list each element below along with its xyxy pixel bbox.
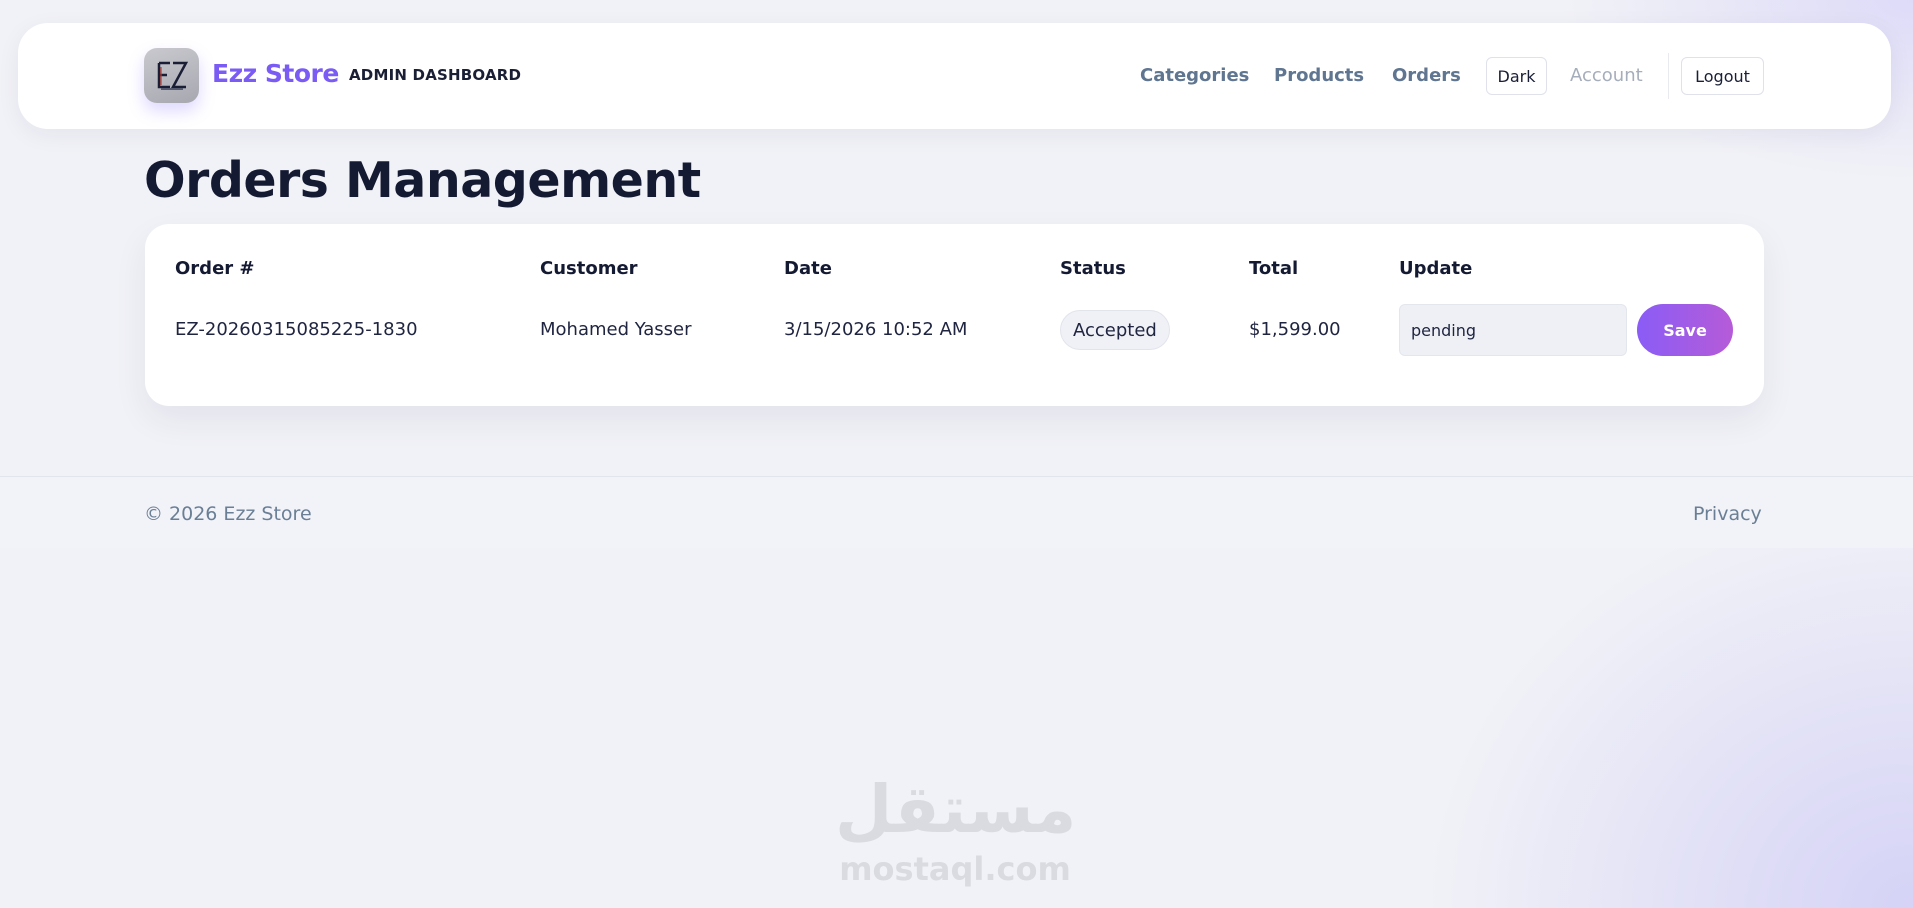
nav-divider [1668,53,1669,99]
save-button[interactable]: Save [1637,304,1733,356]
orders-table-card: Order # Customer Date Status Total Updat… [145,224,1764,406]
footer: © 2026 Ezz Store Privacy [0,476,1913,548]
logout-button[interactable]: Logout [1681,57,1764,95]
footer-privacy-link[interactable]: Privacy [1693,503,1762,525]
ez-logo-icon [157,61,188,90]
date-cell: 3/15/2026 10:52 AM [784,319,968,340]
customer-cell: Mohamed Yasser [540,319,692,340]
status-update-select[interactable]: pending [1399,304,1627,356]
top-navbar: Ezz Store ADMIN DASHBOARD Categories Pro… [18,23,1891,129]
nav-link-products[interactable]: Products [1274,65,1364,86]
brand-name[interactable]: Ezz Store [212,59,339,88]
column-header-order-number: Order # [175,258,255,279]
dark-mode-toggle-button[interactable]: Dark [1486,57,1547,95]
page-title: Orders Management [144,152,701,209]
footer-copyright: © 2026 Ezz Store [144,503,312,525]
watermark-arabic: مستقل [835,771,1077,848]
nav-link-categories[interactable]: Categories [1140,65,1249,86]
total-cell: $1,599.00 [1249,319,1341,340]
column-header-status: Status [1060,258,1126,279]
watermark-latin: mostaql.com [839,850,1071,888]
column-header-update: Update [1399,258,1473,279]
column-header-total: Total [1249,258,1299,279]
column-header-customer: Customer [540,258,638,279]
store-logo[interactable] [144,48,199,103]
nav-link-orders[interactable]: Orders [1392,65,1461,86]
admin-dashboard-label: ADMIN DASHBOARD [349,66,522,84]
status-badge: Accepted [1060,310,1170,350]
order-number-cell: EZ-20260315085225-1830 [175,319,418,340]
nav-link-account[interactable]: Account [1570,65,1643,86]
column-header-date: Date [784,258,832,279]
